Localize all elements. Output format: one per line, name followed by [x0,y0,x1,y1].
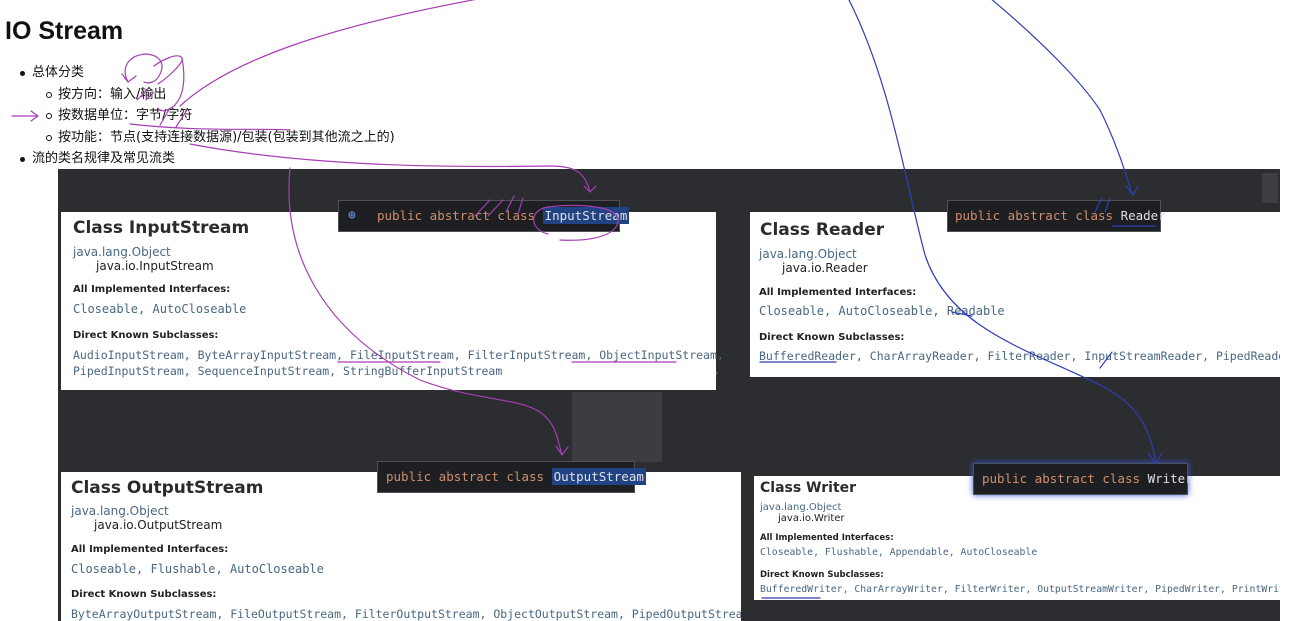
pkg-parent[interactable]: java.lang.Object [73,245,171,259]
interfaces-list[interactable]: Closeable, AutoCloseable [73,302,246,316]
card-title: Class InputStream [73,218,250,238]
card-title: Class OutputStream [71,478,264,498]
card-title: Class Writer [760,480,857,496]
declaration-classname[interactable]: Reader [1121,208,1166,223]
pkg-class: java.io.InputStream [96,259,214,273]
interfaces-list[interactable]: Closeable, Flushable, AutoCloseable [71,562,324,576]
page-title: IO Stream [5,17,124,45]
magnifier-gear-icon[interactable]: ⊕ [348,201,356,231]
subclasses-label: Direct Known Subclasses: [760,570,884,580]
declaration-keywords: public abstract class [982,471,1141,486]
subclasses-line-1[interactable]: ByteArrayOutputStream, FileOutputStream,… [71,607,741,621]
pkg-parent[interactable]: java.lang.Object [759,247,857,261]
outline-list: 总体分类 按方向：输入/输出 按数据单位：字节/字符 按功能：节点(支持连接数据… [20,62,395,170]
declaration-keywords: public abstract class [377,208,536,223]
interfaces-label: All Implemented Interfaces: [760,533,894,543]
arrow-to-reader [991,0,1139,196]
pkg-class: java.io.Writer [778,513,845,524]
subclasses-line-1[interactable]: AudioInputStream, ByteArrayInputStream, … [73,348,724,362]
pkg-parent[interactable]: java.lang.Object [71,504,169,518]
pkg-class: java.io.Reader [782,261,868,275]
pkg-class: java.io.OutputStream [94,518,223,532]
reader-doc-card: Class Reader java.lang.Object java.io.Re… [750,212,1280,377]
blurred-region [572,392,662,462]
writer-declaration-tooltip: public abstract class Writer [973,463,1193,495]
subclasses-line-2[interactable]: PipedInputStream, SequenceInputStream, S… [73,364,502,378]
reader-declaration-tooltip: public abstract class Reader [947,200,1166,232]
subclasses-line-1[interactable]: BufferedWriter, CharArrayWriter, FilterW… [760,584,1280,595]
interfaces-label: All Implemented Interfaces: [759,287,917,298]
bullet-overview: 总体分类 [20,62,395,84]
card-title: Class Reader [760,220,885,240]
interfaces-label: All Implemented Interfaces: [73,284,231,295]
subclasses-label: Direct Known Subclasses: [71,589,217,600]
pkg-parent[interactable]: java.lang.Object [760,502,841,513]
subclasses-line-1[interactable]: BufferedReader, CharArrayReader, FilterR… [759,349,1280,363]
declaration-keywords: public abstract class [386,469,545,484]
outputstream-declaration-tooltip: public abstract class OutputStream [377,461,646,493]
subclasses-label: Direct Known Subclasses: [759,332,905,343]
bullet-function: 按功能：节点(支持连接数据源)/包装(包装到其他流之上的) [20,127,395,149]
subclasses-label: Direct Known Subclasses: [73,330,219,341]
inputstream-declaration-tooltip: ⊕ public abstract class InputStream [338,200,630,232]
interfaces-list[interactable]: Closeable, Flushable, Appendable, AutoCl… [760,547,1037,558]
declaration-classname[interactable]: InputStream [542,207,630,224]
blurred-corner [1262,173,1278,203]
declaration-keywords: public abstract class [955,208,1114,223]
bullet-direction: 按方向：输入/输出 [20,84,395,106]
interfaces-label: All Implemented Interfaces: [71,544,229,555]
bullet-unit: 按数据单位：字节/字符 [20,105,395,127]
inputstream-doc-card: Class InputStream java.lang.Object java.… [61,212,724,390]
interfaces-list[interactable]: Closeable, AutoCloseable, Readable [759,304,1005,318]
bullet-naming: 流的类名规律及常见流类 [20,148,395,170]
declaration-classname[interactable]: OutputStream [551,468,646,485]
declaration-classname[interactable]: Writer [1148,471,1193,486]
outputstream-doc-card: Class OutputStream java.lang.Object java… [61,472,741,621]
